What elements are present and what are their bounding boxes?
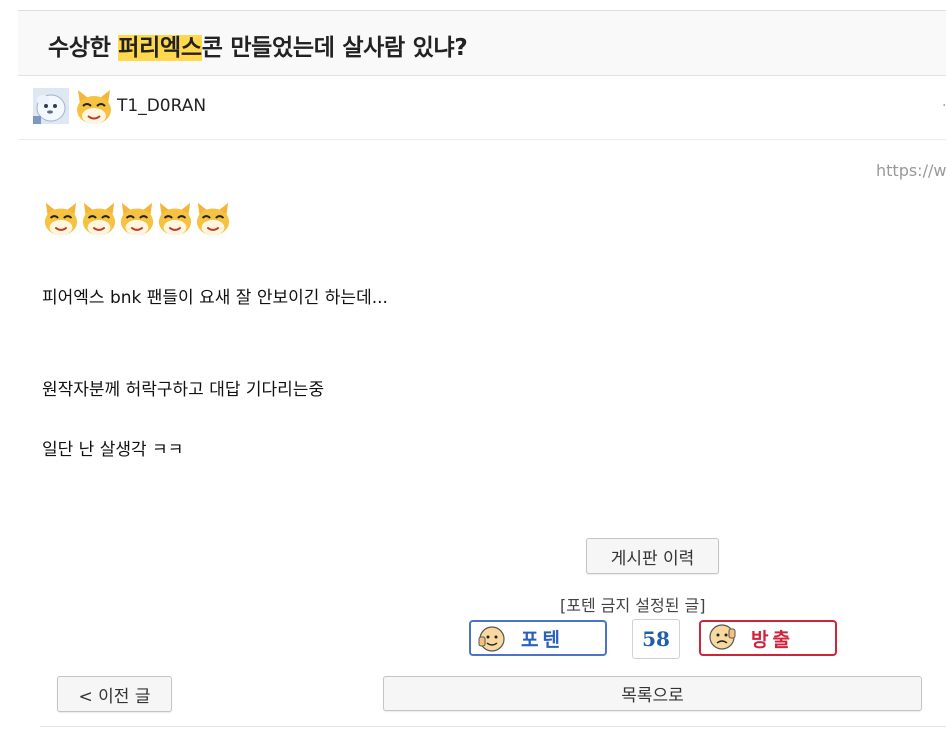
post-paragraph: 원작자분께 허락구하고 대답 기다리는중 bbox=[42, 380, 325, 400]
upvote-button[interactable]: 포텐 bbox=[469, 620, 607, 656]
fox-emoticon-icon bbox=[158, 202, 192, 236]
author-meta-edge: · bbox=[942, 98, 946, 112]
thumbs-down-face-icon bbox=[709, 624, 736, 650]
fox-emoticon-icon[interactable] bbox=[74, 86, 114, 126]
prev-post-button[interactable]: < 이전 글 bbox=[57, 676, 172, 712]
fox-emoticon-icon bbox=[196, 202, 230, 236]
author-name[interactable]: T1_D0RAN bbox=[117, 96, 206, 116]
downvote-label: 방출 bbox=[751, 628, 794, 651]
post-title: 수상한 퍼리엑스콘 만들었는데 살사람 있냐? bbox=[48, 35, 468, 61]
post-paragraph: 피어엑스 bnk 팬들이 요새 잘 안보이긴 하는데... bbox=[42, 288, 388, 308]
potent-ban-notice: [포텐 금지 설정된 글] bbox=[560, 596, 706, 615]
divider bbox=[40, 726, 946, 727]
snow-creature-avatar-icon[interactable] bbox=[33, 88, 69, 124]
emoticon-row bbox=[42, 199, 232, 237]
vote-count: 58 bbox=[632, 619, 680, 659]
post-url[interactable]: https://w bbox=[876, 161, 946, 180]
thumbs-up-face-icon bbox=[478, 626, 505, 652]
title-highlight: 퍼리엑스 bbox=[118, 35, 202, 61]
fox-emoticon-icon bbox=[120, 202, 154, 236]
fox-emoticon-icon bbox=[82, 202, 116, 236]
board-history-button[interactable]: 게시판 이력 bbox=[586, 538, 719, 574]
post-paragraph: 일단 난 살생각 ㅋㅋ bbox=[42, 440, 184, 460]
upvote-label: 포텐 bbox=[521, 628, 564, 651]
downvote-button[interactable]: 방출 bbox=[699, 620, 837, 656]
back-to-list-button[interactable]: 목록으로 bbox=[383, 676, 922, 711]
fox-emoticon-icon bbox=[44, 202, 78, 236]
